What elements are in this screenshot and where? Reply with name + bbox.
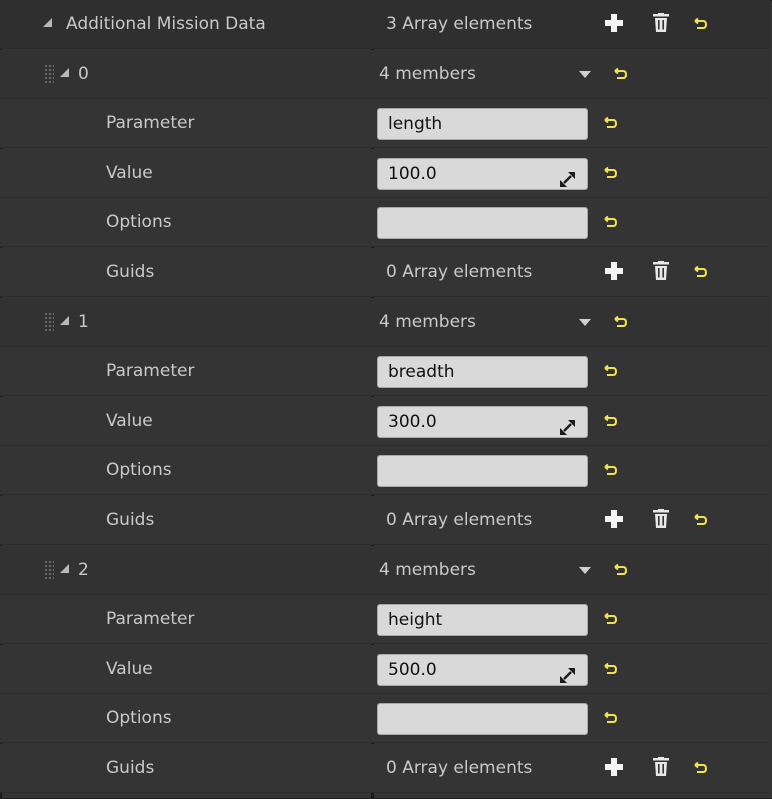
drag-grip-icon[interactable] xyxy=(44,560,54,580)
value-row: Value 300.0 xyxy=(0,397,770,446)
guids-row: Guids 0 Array elements xyxy=(0,744,770,793)
options-input[interactable] xyxy=(377,703,588,735)
add-icon[interactable] xyxy=(605,14,623,32)
reset-arrow-icon[interactable] xyxy=(614,314,627,327)
value-numeric-input[interactable]: 100.0 xyxy=(377,158,588,190)
parameter-row: Parameter length xyxy=(0,99,770,148)
parameter-input-text: breadth xyxy=(388,362,455,382)
reset-arrow-icon[interactable] xyxy=(614,562,627,575)
value-input-text: 100.0 xyxy=(388,164,437,184)
reset-arrow-icon[interactable] xyxy=(694,512,707,525)
guids-array-count: 0 Array elements xyxy=(386,758,533,778)
reset-arrow-icon[interactable] xyxy=(604,363,617,376)
parameter-input[interactable]: height xyxy=(377,604,588,636)
value-label: Value xyxy=(106,411,153,431)
combo-arrow-icon[interactable] xyxy=(579,319,591,326)
add-icon[interactable] xyxy=(605,758,623,776)
options-label: Options xyxy=(106,708,172,728)
reset-arrow-icon[interactable] xyxy=(604,413,617,426)
reset-arrow-icon[interactable] xyxy=(604,710,617,723)
expand-triangle-icon[interactable] xyxy=(43,18,52,27)
parameter-label: Parameter xyxy=(106,113,195,133)
array-element-row: 2 4 members xyxy=(0,546,770,595)
guids-label: Guids xyxy=(106,262,155,282)
options-label: Options xyxy=(106,212,172,232)
parameter-input-text: length xyxy=(388,114,443,134)
combo-arrow-icon[interactable] xyxy=(579,71,591,78)
value-numeric-input[interactable]: 500.0 xyxy=(377,654,588,686)
value-label: Value xyxy=(106,163,153,183)
expand-triangle-icon[interactable] xyxy=(60,564,69,573)
trash-icon[interactable] xyxy=(653,757,669,776)
array-count: 3 Array elements xyxy=(386,14,533,34)
expand-triangle-icon[interactable] xyxy=(60,316,69,325)
guids-row: Guids 0 Array elements xyxy=(0,248,770,297)
parameter-input[interactable]: length xyxy=(377,108,588,140)
members-count[interactable]: 4 members xyxy=(379,50,476,99)
value-label: Value xyxy=(106,659,153,679)
trash-icon[interactable] xyxy=(653,261,669,280)
guids-array-count: 0 Array elements xyxy=(386,510,533,530)
options-row: Options xyxy=(0,694,770,743)
parameter-row: Parameter height xyxy=(0,595,770,644)
guids-row: Guids 0 Array elements xyxy=(0,496,770,545)
array-element-row: 0 4 members xyxy=(0,50,770,99)
value-input-text: 500.0 xyxy=(388,660,437,680)
reset-arrow-icon[interactable] xyxy=(604,165,617,178)
property-label: Additional Mission Data xyxy=(66,14,266,34)
spinner-arrow-icon[interactable] xyxy=(560,415,575,430)
options-row: Options xyxy=(0,198,770,247)
reset-arrow-icon[interactable] xyxy=(694,264,707,277)
combo-arrow-icon[interactable] xyxy=(579,567,591,574)
element-index: 1 xyxy=(78,312,89,332)
reset-arrow-icon[interactable] xyxy=(614,66,627,79)
members-count[interactable]: 4 members xyxy=(379,546,476,595)
reset-arrow-icon[interactable] xyxy=(604,611,617,624)
parameter-label: Parameter xyxy=(106,609,195,629)
array-element-row: 1 4 members xyxy=(0,298,770,347)
reset-arrow-icon[interactable] xyxy=(694,760,707,773)
guids-array-count: 0 Array elements xyxy=(386,262,533,282)
trash-icon[interactable] xyxy=(653,509,669,528)
parameter-row: Parameter breadth xyxy=(0,347,770,396)
parameter-input[interactable]: breadth xyxy=(377,356,588,388)
reset-arrow-icon[interactable] xyxy=(694,16,707,29)
parameter-input-text: height xyxy=(388,610,443,630)
array-header-row: Additional Mission Data 3 Array elements xyxy=(0,0,770,49)
drag-grip-icon[interactable] xyxy=(44,312,54,332)
members-count[interactable]: 4 members xyxy=(379,298,476,347)
reset-arrow-icon[interactable] xyxy=(604,115,617,128)
options-input[interactable] xyxy=(377,455,588,487)
value-row: Value 100.0 xyxy=(0,149,770,198)
reset-arrow-icon[interactable] xyxy=(604,214,617,227)
reset-arrow-icon[interactable] xyxy=(604,661,617,674)
spinner-arrow-icon[interactable] xyxy=(560,167,575,182)
value-numeric-input[interactable]: 300.0 xyxy=(377,406,588,438)
trash-icon[interactable] xyxy=(653,13,669,32)
element-index: 2 xyxy=(78,560,89,580)
reset-arrow-icon[interactable] xyxy=(604,462,617,475)
add-icon[interactable] xyxy=(605,262,623,280)
add-icon[interactable] xyxy=(605,510,623,528)
guids-label: Guids xyxy=(106,510,155,530)
options-input[interactable] xyxy=(377,207,588,239)
value-row: Value 500.0 xyxy=(0,645,770,694)
parameter-label: Parameter xyxy=(106,361,195,381)
drag-grip-icon[interactable] xyxy=(44,64,54,84)
options-row: Options xyxy=(0,446,770,495)
value-input-text: 300.0 xyxy=(388,412,437,432)
options-label: Options xyxy=(106,460,172,480)
spinner-arrow-icon[interactable] xyxy=(560,663,575,678)
expand-triangle-icon[interactable] xyxy=(60,68,69,77)
guids-label: Guids xyxy=(106,758,155,778)
element-index: 0 xyxy=(78,64,89,84)
